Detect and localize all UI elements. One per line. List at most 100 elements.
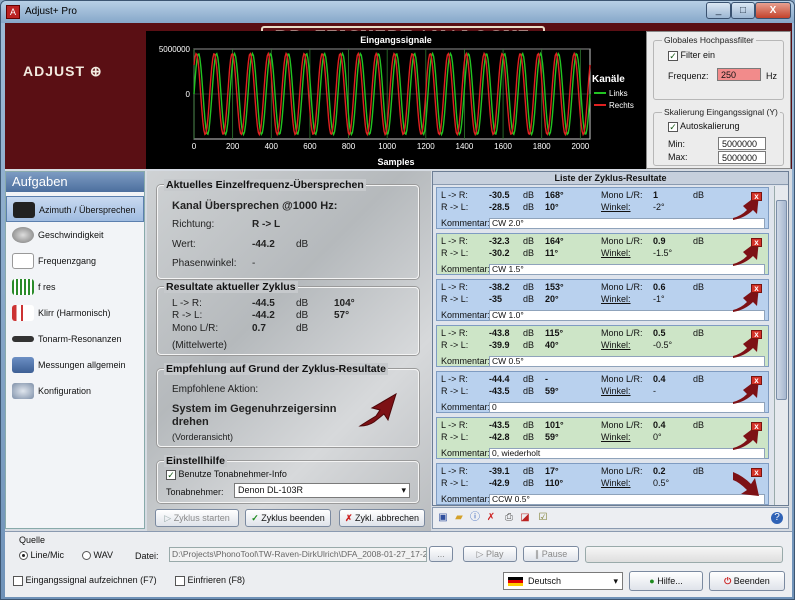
min-input[interactable]: 5000000 [718,137,766,150]
entry-rl-label: R -> L: [441,386,469,396]
max-input[interactable]: 5000000 [718,151,766,164]
sidebar-item-azimuth[interactable]: Azimuth / Übersprechen [6,196,144,222]
delete-entry-button[interactable]: x [751,422,762,431]
highpass-title: Globales Hochpassfilter [662,35,756,45]
notes-icon[interactable]: ☑ [537,512,549,524]
entry-comment-input[interactable]: 0 [489,402,765,413]
azimuth-icon [13,202,35,218]
rotate-ccw-icon [358,392,397,427]
entry-comment-input[interactable]: CW 0.5° [489,356,765,367]
line-mic-label: Line/Mic [30,550,65,560]
measure-icon [12,357,34,373]
language-select[interactable]: Deutsch ▾ [503,572,623,590]
entry-rl-value: -35 [489,294,503,304]
sidebar-item-tonearm[interactable]: Tonarm-Resonanzen [6,326,144,352]
end-cycle-button[interactable]: ✓ Zyklus beenden [245,509,331,527]
entry-comment-label: Kommentar: [441,494,491,504]
cycle-entry[interactable]: L -> R: -38.2 dB 153° R -> L: -35 dB 20° Mono L/… [436,279,769,321]
sidebar-item-frequency[interactable]: Frequenzgang [6,248,144,274]
entry-db-unit: dB [693,328,705,338]
entry-comment-label: Kommentar: [441,218,491,228]
entry-comment-input[interactable]: CW 2.0° [489,218,765,229]
entry-comment-input[interactable]: CCW 0.5° [489,494,765,505]
maximize-button[interactable]: □ [731,2,755,19]
entry-mono-label: Mono L/R: [601,328,643,338]
frequency-input[interactable]: 250 [717,68,761,81]
single-freq-section: Aktuelles Einzelfrequenz-Übersprechen Ka… [157,179,419,279]
entry-lr-angle: - [545,374,548,384]
freeze-checkbox[interactable]: Einfrieren (F8) [175,575,245,586]
entry-comment-input[interactable]: CW 1.5° [489,264,765,275]
save-icon[interactable]: ▣ [437,512,449,524]
wav-radio[interactable]: WAV [82,550,113,561]
cycle-list-scrollbar[interactable] [774,186,788,505]
cycle-entry[interactable]: L -> R: -30.5 dB 168° R -> L: -28.5 dB 10° Mono … [436,187,769,229]
entry-db-unit: dB [523,340,535,350]
autoscale-checkbox[interactable]: ✓ Autoskalierung [668,121,740,132]
cycle-entry[interactable]: L -> R: -32.3 dB 164° R -> L: -30.2 dB 11° Mono … [436,233,769,275]
record-checkbox[interactable]: Eingangssignal aufzeichnen (F7) [13,575,157,586]
sidebar-title: Aufgaben [6,172,144,192]
info-icon[interactable]: ⓘ [469,512,481,524]
tonearm-icon [12,336,34,342]
chevron-down-icon: ▾ [401,485,406,495]
cancel-icon: ✗ [344,513,355,523]
open-folder-icon[interactable]: ▰ [453,512,465,524]
cartridge-select[interactable]: Denon DL-103R ▾ [234,483,410,498]
print-icon[interactable]: ⎙ [503,512,515,524]
play-label: Play [485,549,504,559]
close-button[interactable]: X [755,2,791,19]
entry-lr-value: -30.5 [489,190,510,200]
help-button[interactable]: ● Hilfe... [629,571,703,591]
delete-entry-button[interactable]: x [751,238,762,247]
start-cycle-button[interactable]: ▷ Zyklus starten [155,509,239,527]
cycle-entry[interactable]: L -> R: -39.1 dB 17° R -> L: -42.9 dB 110° Mono … [436,463,769,505]
play-icon: ▷ [164,513,174,523]
record-label: Eingangssignal aufzeichnen (F7) [25,575,157,585]
quit-button[interactable]: ⏻ Beenden [709,571,785,591]
cycle-entry[interactable]: L -> R: -43.8 dB 115° R -> L: -39.9 dB 40° Mono … [436,325,769,367]
scrollbar-thumb[interactable] [776,200,787,400]
entry-winkel-label: Winkel: [601,248,631,258]
entry-winkel-label: Winkel: [601,202,631,212]
help-icon[interactable]: ? [771,512,783,524]
pause-button[interactable]: ∥ Pause [523,546,579,562]
value-unit: dB [296,239,309,250]
delete-entry-button[interactable]: x [751,284,762,293]
entry-lr-angle: 17° [545,466,559,476]
frequency-icon [12,253,34,269]
pdf-icon[interactable]: ◪ [519,512,531,524]
entry-rl-value: -30.2 [489,248,510,258]
x-tick-label: 200 [226,142,240,151]
sidebar-item-speed[interactable]: Geschwindigkeit [6,222,144,248]
autoscale-label: Autoskalierung [680,121,740,131]
minimize-button[interactable]: _ [706,2,731,19]
sidebar-item-fres[interactable]: f res [6,274,144,300]
sidebar-item-config[interactable]: Konfiguration [6,378,144,404]
sidebar-item-measure[interactable]: Messungen allgemein [6,352,144,378]
line-mic-radio[interactable]: Line/Mic [19,550,65,561]
delete-entry-button[interactable]: x [751,192,762,201]
entry-comment-input[interactable]: CW 1.0° [489,310,765,321]
delete-entry-button[interactable]: x [751,468,762,477]
cycle-entry[interactable]: L -> R: -43.5 dB 101° R -> L: -42.8 dB 59° Mono … [436,417,769,459]
distortion-icon [12,305,34,321]
abort-cycle-button[interactable]: ✗ Zykl. abbrechen [339,509,425,527]
entry-lr-angle: 168° [545,190,564,200]
entry-comment-input[interactable]: 0, wiederholt [489,448,765,459]
cycle-entry[interactable]: L -> R: -44.4 dB - R -> L: -43.5 dB 59° Mono L/R… [436,371,769,413]
play-button[interactable]: ▷ Play [463,546,517,562]
sidebar-item-distortion[interactable]: Klirr (Harmonisch) [6,300,144,326]
entry-lr-value: -38.2 [489,282,510,292]
delete-entry-button[interactable]: x [751,330,762,339]
delete-entry-button[interactable]: x [751,376,762,385]
browse-button[interactable]: ... [429,546,453,562]
file-path-input[interactable]: D:\Projects\PhonoTool\TW-Raven-DirkUlric… [169,547,427,562]
entry-mono-value: 0.4 [653,374,666,384]
use-cartridge-checkbox[interactable]: ✓ Benutze Tonabnehmer-Info [166,469,287,480]
direction-label: Richtung: [172,219,215,230]
delete-icon[interactable]: ✗ [485,512,497,524]
entry-rl-value: -39.9 [489,340,510,350]
entry-rl-value: -42.8 [489,432,510,442]
highpass-filter-checkbox[interactable]: ✓ Filter ein [668,50,715,61]
